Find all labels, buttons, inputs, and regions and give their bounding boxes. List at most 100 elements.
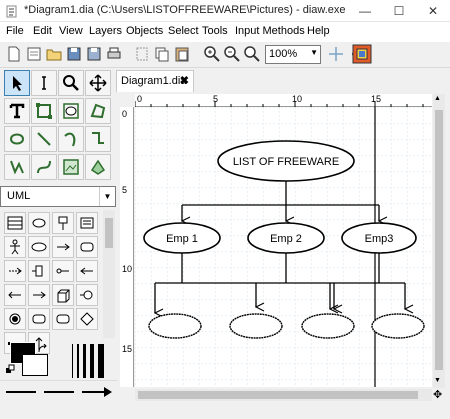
uml-realizes-shape[interactable] <box>28 284 50 306</box>
tool-magnify[interactable] <box>58 70 84 96</box>
uml-message-shape[interactable] <box>52 236 74 258</box>
tool-bezier-line[interactable] <box>31 154 57 180</box>
emp3-node[interactable]: Emp3 <box>341 222 417 254</box>
emp1-node[interactable]: Emp 1 <box>143 222 221 254</box>
copy-icon[interactable] <box>153 45 171 63</box>
state-icon <box>80 242 94 252</box>
maximize-button[interactable]: ☐ <box>382 0 416 22</box>
scroll-up-icon[interactable]: ▲ <box>434 95 441 102</box>
child-node[interactable] <box>229 313 283 339</box>
uml-dependency-shape[interactable] <box>4 260 26 282</box>
tool-beziergon[interactable] <box>4 126 30 152</box>
diagram-canvas[interactable]: LIST OF FREEWARE Emp 1 Emp 2 Emp3 <box>135 107 432 387</box>
menu-tools[interactable]: Tools <box>202 25 228 37</box>
uml-interface-shape[interactable] <box>76 284 98 306</box>
print-icon[interactable] <box>105 45 123 63</box>
uml-association-shape[interactable] <box>28 260 50 282</box>
vertical-scrollbar-thumb[interactable] <box>435 110 443 370</box>
tool-pointer[interactable] <box>4 70 30 96</box>
menu-help[interactable]: Help <box>307 25 330 37</box>
polygon-icon <box>90 103 106 119</box>
tab-diagram1[interactable]: Diagram1.dia ✖ <box>116 70 194 92</box>
uml-lifeline-shape[interactable] <box>52 212 74 234</box>
tool-image[interactable] <box>58 154 84 180</box>
tool-text-edit[interactable] <box>31 70 57 96</box>
save-as-icon[interactable] <box>85 45 103 63</box>
new-diagram-icon[interactable] <box>25 45 43 63</box>
swap-colors-icon[interactable] <box>38 344 48 354</box>
menu-select[interactable]: Select <box>168 25 199 37</box>
object-icon <box>56 314 70 324</box>
uml-actor-shape[interactable] <box>4 236 26 258</box>
shapes-scrollbar-thumb[interactable] <box>105 218 113 248</box>
minimize-button[interactable]: — <box>348 0 382 22</box>
close-tab-icon[interactable]: ✖ <box>180 74 189 87</box>
branch-icon <box>80 312 94 326</box>
tool-text[interactable] <box>4 98 30 124</box>
close-button[interactable]: ✕ <box>416 0 450 22</box>
save-icon[interactable] <box>65 45 83 63</box>
uml-activity-shape[interactable] <box>28 308 50 330</box>
line-width-selector-icon[interactable] <box>70 344 106 378</box>
open-folder-icon[interactable] <box>45 45 63 63</box>
uml-component-icon <box>80 217 94 229</box>
uml-node-shape[interactable] <box>52 284 74 306</box>
layer-color-icon[interactable] <box>352 44 372 64</box>
paste-icon[interactable] <box>173 45 191 63</box>
start-arrow-style-icon[interactable] <box>4 384 38 400</box>
reset-colors-icon[interactable] <box>6 364 16 374</box>
uml-initial-state-shape[interactable] <box>4 308 26 330</box>
uml-state-shape[interactable] <box>76 236 98 258</box>
background-color-swatch[interactable] <box>22 354 48 376</box>
menu-input-methods[interactable]: Input Methods <box>235 25 305 37</box>
menu-objects[interactable]: Objects <box>126 25 163 37</box>
uml-implements-shape[interactable] <box>52 260 74 282</box>
bezier-line-icon <box>37 160 51 174</box>
tool-polyline[interactable] <box>4 154 30 180</box>
chevron-down-icon: ▼ <box>310 48 318 57</box>
tool-polygon[interactable] <box>85 98 111 124</box>
arc-icon <box>64 132 76 147</box>
menu-file[interactable]: File <box>6 25 24 37</box>
uml-class-shape[interactable] <box>4 212 26 234</box>
zoom-out-icon[interactable] <box>223 45 241 63</box>
end-arrow-style-icon[interactable] <box>80 384 114 400</box>
zoom-in-icon[interactable] <box>203 45 221 63</box>
menu-layers[interactable]: Layers <box>89 25 122 37</box>
scroll-down-icon[interactable]: ▼ <box>434 377 441 384</box>
uml-object-shape[interactable] <box>52 308 74 330</box>
tool-line[interactable] <box>31 126 57 152</box>
zoom-dropdown[interactable]: 100% ▼ <box>265 45 321 64</box>
child-node[interactable] <box>301 313 355 339</box>
zoom-fit-icon[interactable] <box>243 45 261 63</box>
tool-scroll[interactable] <box>85 70 111 96</box>
menu-view[interactable]: View <box>59 25 83 37</box>
line-style-icon[interactable] <box>42 384 76 400</box>
navigate-canvas-icon[interactable]: ✥ <box>433 388 442 401</box>
uml-usecase-shape[interactable] <box>28 236 50 258</box>
uml-branch-shape[interactable] <box>76 308 98 330</box>
emp2-node[interactable]: Emp 2 <box>247 222 325 254</box>
child-node[interactable] <box>371 313 425 339</box>
horizontal-scrollbar-thumb[interactable] <box>138 391 418 399</box>
snap-to-grid-icon[interactable] <box>327 45 345 63</box>
tool-box[interactable] <box>31 98 57 124</box>
tool-arc[interactable] <box>58 126 84 152</box>
tool-zigzag-line[interactable] <box>85 126 111 152</box>
menu-edit[interactable]: Edit <box>33 25 52 37</box>
child-node[interactable] <box>148 313 202 339</box>
uml-component-shape[interactable] <box>76 212 98 234</box>
root-node[interactable]: LIST OF FREEWARE <box>217 140 355 182</box>
pointer-icon <box>13 76 22 91</box>
cut-icon[interactable] <box>133 45 151 63</box>
tool-ellipse[interactable] <box>58 98 84 124</box>
horizontal-ruler: 0 5 10 15 <box>135 94 432 107</box>
tool-outline[interactable] <box>85 154 111 180</box>
window-title: *Diagram1.dia (C:\Users\LISTOFFREEWARE\P… <box>24 4 346 16</box>
uml-constraint-shape[interactable] <box>76 260 98 282</box>
sheet-selector[interactable]: UML ▼ <box>0 186 116 207</box>
message-icon <box>57 243 70 251</box>
uml-generalization-shape[interactable] <box>4 284 26 306</box>
uml-note-shape[interactable] <box>28 212 50 234</box>
new-file-icon[interactable] <box>5 45 23 63</box>
